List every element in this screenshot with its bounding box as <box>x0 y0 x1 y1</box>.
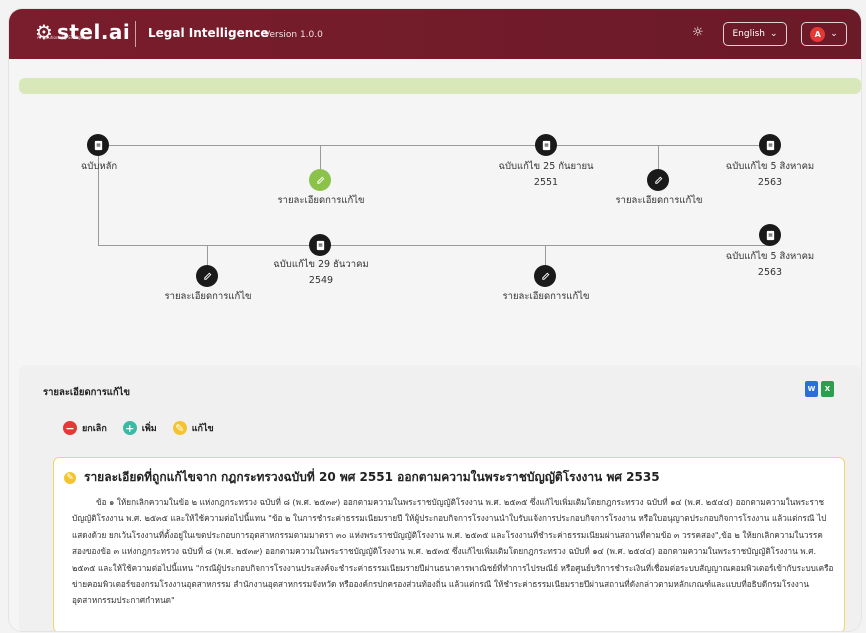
avatar: A <box>810 26 826 42</box>
timeline-node-edit[interactable] <box>534 265 556 287</box>
timeline-node-edit[interactable] <box>196 265 218 287</box>
logo[interactable]: ⚙ stel.ai <box>35 20 130 44</box>
user-menu-button[interactable]: A ⌄ <box>801 22 847 46</box>
timeline-label: ฉบับหลัก <box>80 161 118 172</box>
version-label: Version 1.0.0 <box>264 30 323 40</box>
app-window: ⚙ stel.ai AI Solutions by STelligence Le… <box>8 8 862 632</box>
document-icon <box>316 240 324 250</box>
logo-gear-icon: ⚙ <box>35 20 53 44</box>
language-select[interactable]: English ⌄ <box>723 22 787 46</box>
sun-icon[interactable]: ☼ <box>692 25 704 40</box>
edit-icon <box>654 176 662 184</box>
timeline-label: ฉบับแก้ไข 5 สิงหาคม 2563 <box>725 161 815 188</box>
legend-item-add: + เพิ่ม <box>122 421 157 435</box>
legend-label: แก้ไข <box>191 424 214 434</box>
timeline-line <box>98 245 770 246</box>
header-divider <box>135 21 136 47</box>
export-buttons: W X <box>805 381 834 397</box>
timeline-line <box>658 145 659 169</box>
chevron-down-icon: ⌄ <box>830 29 838 39</box>
top-header: ⚙ stel.ai AI Solutions by STelligence Le… <box>9 9 861 59</box>
timeline-label: ฉบับแก้ไข 5 สิงหาคม 2563 <box>725 251 815 278</box>
edit-icon <box>316 176 324 184</box>
change-detail-card: ✎ รายละเอียดที่ถูกแก้ไขจาก กฎกระทรวงฉบับ… <box>53 457 845 631</box>
excel-icon[interactable]: X <box>821 381 834 397</box>
timeline-node-version[interactable] <box>759 224 781 246</box>
logo-tagline: AI Solutions by STelligence <box>37 35 91 40</box>
legend-item-edit: ✎ แก้ไข <box>172 421 214 435</box>
timeline-label: ฉบับแก้ไข 29 ธันวาคม 2549 <box>273 259 369 286</box>
timeline-node-edit[interactable] <box>647 169 669 191</box>
change-legend: − ยกเลิก + เพิ่ม ✎ แก้ไข <box>63 421 222 435</box>
timeline-node-version[interactable] <box>309 234 331 256</box>
legend-item-remove: − ยกเลิก <box>63 421 107 435</box>
timeline-node-version[interactable] <box>535 134 557 156</box>
document-icon <box>766 230 774 240</box>
legend-label: เพิ่ม <box>141 424 157 434</box>
document-icon <box>766 140 774 150</box>
progress-bar <box>19 78 861 94</box>
minus-icon: − <box>63 421 77 435</box>
timeline-node-main[interactable] <box>87 134 109 156</box>
edit-icon <box>203 272 211 280</box>
timeline-label: ฉบับแก้ไข 25 กันยายน 2551 <box>498 161 594 188</box>
detail-heading: ✎ รายละเอียดที่ถูกแก้ไขจาก กฎกระทรวงฉบับ… <box>64 468 660 487</box>
logo-text: stel.ai <box>56 20 131 44</box>
timeline-label: รายละเอียดการแก้ไข <box>502 291 590 302</box>
timeline-line <box>320 145 321 169</box>
timeline-line <box>98 145 770 146</box>
timeline-label: รายละเอียดการแก้ไข <box>164 291 252 302</box>
panel-title: รายละเอียดการแก้ไข <box>43 387 130 398</box>
details-panel: รายละเอียดการแก้ไข W X − ยกเลิก + เพิ่ม … <box>19 365 861 631</box>
timeline-label: รายละเอียดการแก้ไข <box>277 195 365 206</box>
app-name: Legal Intelligence <box>148 26 269 40</box>
timeline-node-edit-active[interactable] <box>309 169 331 191</box>
version-timeline: ฉบับหลัก รายละเอียดการแก้ไข ฉบับแก้ไข 25… <box>9 109 861 339</box>
plus-icon: + <box>122 421 137 435</box>
edit-icon <box>541 272 549 280</box>
word-icon[interactable]: W <box>805 381 818 397</box>
timeline-node-version[interactable] <box>759 134 781 156</box>
legend-label: ยกเลิก <box>82 424 107 434</box>
chevron-down-icon: ⌄ <box>769 29 778 39</box>
timeline-label: รายละเอียดการแก้ไข <box>615 195 703 206</box>
edit-icon: ✎ <box>64 471 76 484</box>
edit-icon: ✎ <box>172 421 187 435</box>
language-label: English <box>732 29 765 39</box>
detail-body-text: ข้อ ๑ ให้ยกเลิกความในข้อ ๒ แห่งกฎกระทรวง… <box>72 497 834 606</box>
document-icon <box>542 140 550 150</box>
document-icon <box>94 140 102 150</box>
detail-heading-text: รายละเอียดที่ถูกแก้ไขจาก กฎกระทรวงฉบับที… <box>84 470 660 484</box>
